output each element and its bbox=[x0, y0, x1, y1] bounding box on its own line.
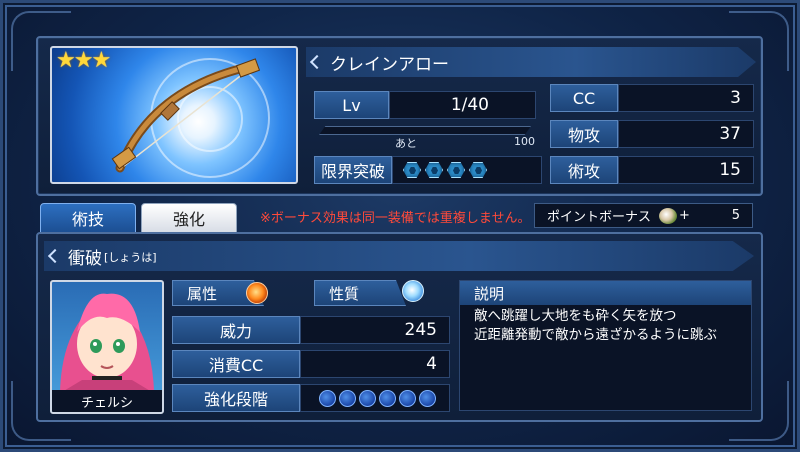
fire-element-icon bbox=[246, 282, 268, 304]
cc-cost-row: 消費CC 4 bbox=[172, 350, 450, 378]
exp-bar bbox=[319, 126, 531, 135]
skill-name-bar: 衝破 [しょうは] bbox=[44, 241, 754, 271]
stat-row-cc: CC 3 bbox=[550, 84, 754, 112]
enhance-stage-circle-icon bbox=[379, 389, 396, 407]
level-value: 1/40 bbox=[389, 91, 536, 119]
limit-break-hexes bbox=[403, 162, 487, 178]
limit-break-gauge bbox=[392, 156, 542, 184]
character-avatar bbox=[60, 293, 154, 392]
description-line: 近距離発動で敵から遠ざかるように跳ぶ bbox=[474, 327, 717, 343]
rarity-stars: ★ ★ ★ bbox=[56, 48, 112, 73]
enhance-stage-circle-icon bbox=[319, 389, 336, 407]
limit-break-label: 限界突破 bbox=[314, 156, 392, 184]
power-label: 威力 bbox=[172, 316, 300, 344]
exp-label: あと bbox=[395, 137, 417, 150]
description-box: 説明 敵へ跳躍し大地をも砕く矢を放つ 近距離発動で敵から遠ざかるように跳ぶ bbox=[459, 280, 752, 411]
stat-label: CC bbox=[550, 84, 618, 112]
enhance-stage-gauge bbox=[300, 384, 450, 412]
exp-gauge: あと 100 bbox=[315, 126, 535, 150]
skill-name: 衝破 bbox=[68, 248, 102, 269]
enhance-stage-circle-icon bbox=[359, 389, 376, 407]
limit-break-hex-icon bbox=[447, 162, 465, 178]
level-row: Lv 1/40 bbox=[314, 91, 536, 119]
tab-arte[interactable]: 術技 bbox=[40, 203, 136, 233]
enhance-stage-label: 強化段階 bbox=[172, 384, 300, 412]
star-icon: ★ bbox=[91, 48, 112, 73]
enhance-stage-circle-icon bbox=[399, 389, 416, 407]
limit-break-hex-icon bbox=[403, 162, 421, 178]
water-element-icon bbox=[402, 280, 424, 302]
point-bonus-plus: + bbox=[679, 208, 690, 223]
enhance-stage-row: 強化段階 bbox=[172, 384, 450, 412]
point-bonus-label: ポイントボーナス bbox=[547, 210, 652, 225]
description-label: 説明 bbox=[460, 281, 751, 305]
stat-row-arte-atk: 術攻 15 bbox=[550, 156, 754, 184]
limit-break-hex-icon bbox=[469, 162, 487, 178]
stat-value: 37 bbox=[618, 120, 754, 148]
limit-break-hex-icon bbox=[425, 162, 443, 178]
stat-value: 15 bbox=[618, 156, 754, 184]
bonus-notice: ※ボーナス効果は同一装備では重複しません。 bbox=[260, 211, 531, 226]
cc-cost-value: 4 bbox=[300, 350, 450, 378]
tab-enhance[interactable]: 強化 bbox=[141, 203, 237, 233]
enhance-stage-circles bbox=[319, 389, 436, 407]
power-row: 威力 245 bbox=[172, 316, 450, 344]
weapon-name-bar: クレインアロー bbox=[306, 47, 756, 77]
point-bonus: ポイントボーナス + 5 bbox=[534, 203, 753, 228]
enhance-stage-circle-icon bbox=[419, 389, 436, 407]
description-line: 敵へ跳躍し大地をも砕く矢を放つ bbox=[474, 308, 677, 324]
skill-reading: [しょうは] bbox=[104, 251, 157, 264]
stat-row-phys-atk: 物攻 37 bbox=[550, 120, 754, 148]
power-value: 245 bbox=[300, 316, 450, 344]
character-portrait[interactable]: チェルシ bbox=[50, 280, 164, 414]
enhance-stage-circle-icon bbox=[339, 389, 356, 407]
weapon-image: ★ ★ ★ bbox=[50, 46, 298, 184]
cc-cost-label: 消費CC bbox=[172, 350, 300, 378]
level-label: Lv bbox=[314, 91, 389, 119]
point-bonus-value: 5 bbox=[731, 208, 740, 223]
stat-label: 術攻 bbox=[550, 156, 618, 184]
exp-remaining: 100 bbox=[514, 135, 535, 148]
character-name: チェルシ bbox=[52, 390, 162, 412]
limit-break-row: 限界突破 bbox=[314, 156, 542, 184]
weapon-name: クレインアロー bbox=[330, 54, 449, 75]
bonus-item-icon bbox=[659, 207, 678, 224]
chevron-left-icon bbox=[309, 54, 325, 70]
stat-value: 3 bbox=[618, 84, 754, 112]
chevron-left-icon bbox=[47, 248, 63, 264]
stat-label: 物攻 bbox=[550, 120, 618, 148]
